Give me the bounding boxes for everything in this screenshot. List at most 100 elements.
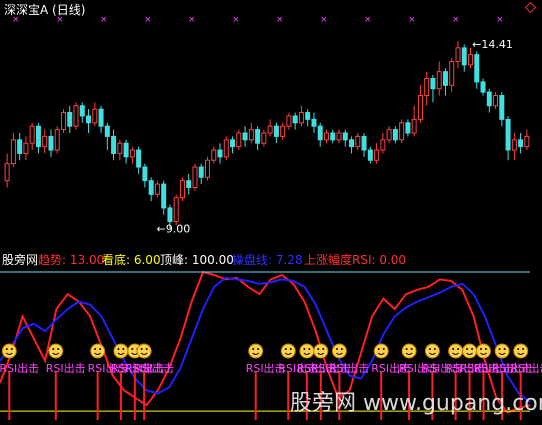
- candle-body: [161, 183, 167, 209]
- candle-body: [493, 95, 499, 107]
- legend-item: 上涨幅度RSI: 0.00: [304, 252, 406, 267]
- smiley-icon: [424, 343, 440, 359]
- smiley-eye: [145, 348, 148, 350]
- candle-body: [192, 166, 198, 188]
- candle-body: [468, 54, 474, 66]
- candle-body: [442, 71, 448, 86]
- candle-body: [361, 135, 367, 151]
- candle-body: [136, 149, 142, 168]
- smiley-eye: [117, 348, 120, 350]
- smiley-icon: [280, 343, 296, 359]
- candle-body: [380, 139, 386, 151]
- candle-body: [480, 81, 486, 93]
- diamond-icon: [524, 1, 537, 14]
- smiley-eye: [57, 348, 60, 350]
- candle-body: [73, 105, 79, 127]
- candle-body: [179, 180, 185, 199]
- candle-body: [518, 139, 524, 148]
- watermark-text: 股旁网 www.gupang.com: [290, 391, 542, 416]
- price-annotation: ←9.00: [157, 222, 191, 235]
- smiley-icon: [462, 343, 478, 359]
- marker-glyph: ×: [100, 15, 108, 25]
- smiley-eye: [498, 348, 501, 350]
- signal-label: RSI出击: [329, 361, 369, 375]
- legend-item: 顶峰: 100.00: [160, 253, 234, 267]
- candle-body: [117, 142, 123, 154]
- candle-body: [248, 129, 254, 141]
- legend-item: 股旁网: [2, 252, 38, 267]
- smiley-eye: [308, 348, 311, 350]
- smiley-icon: [476, 343, 492, 359]
- signal-bar: [287, 372, 290, 420]
- candle-body: [273, 125, 279, 137]
- candle-body: [236, 132, 242, 148]
- candle-body: [399, 122, 405, 141]
- smiley-eye: [99, 348, 102, 350]
- candle-body: [323, 132, 329, 141]
- signal-bar: [96, 372, 99, 420]
- signal-label: RSI出击: [0, 361, 39, 375]
- candle-body: [330, 132, 336, 141]
- signal-label: RSI出击: [134, 361, 174, 375]
- candle-body: [386, 129, 392, 141]
- candle-body: [417, 95, 423, 120]
- candle-body: [436, 71, 442, 90]
- candle-body: [461, 47, 467, 66]
- marker-glyph: ×: [320, 15, 328, 25]
- candle-body: [424, 78, 430, 97]
- smiley-icon: [1, 343, 17, 359]
- signal-bar: [119, 372, 122, 420]
- candle-body: [104, 125, 110, 137]
- marker-glyph: ×: [452, 15, 460, 25]
- candle-body: [4, 163, 10, 182]
- candle-body: [29, 125, 35, 144]
- candle-body: [242, 132, 248, 141]
- candle-body: [129, 149, 135, 158]
- candle-body: [198, 166, 204, 178]
- smiley-icon: [299, 343, 315, 359]
- smiley-eye: [503, 348, 506, 350]
- candle-body: [86, 115, 92, 124]
- candle-body: [486, 91, 492, 107]
- candle-body: [123, 142, 129, 158]
- smiley-eye: [5, 348, 8, 350]
- candle-body: [35, 125, 41, 148]
- candle-body: [317, 125, 323, 141]
- candle-body: [449, 60, 455, 86]
- legend-item: 看底: 6.00: [102, 252, 161, 267]
- marker-glyph: ×: [408, 15, 416, 25]
- smiley-eye: [457, 348, 460, 350]
- indicator-legend: 股旁网 趋势: 13.00看底: 6.00 顶峰: 100.00操盘线: 7.28 上…: [2, 252, 406, 267]
- candle-body: [292, 115, 298, 124]
- candle-body: [511, 139, 517, 151]
- smiley-eye: [322, 348, 325, 350]
- smiley-eye: [257, 348, 260, 350]
- smiley-icon: [448, 343, 464, 359]
- indicator-line: [0, 276, 531, 403]
- smiley-icon: [494, 343, 510, 359]
- candle-body: [42, 135, 48, 148]
- smiley-eye: [452, 348, 455, 350]
- smiley-eye: [382, 348, 385, 350]
- candle-body: [392, 129, 398, 141]
- candle-body: [311, 118, 317, 127]
- smiley-eye: [317, 348, 320, 350]
- smiley-icon: [331, 343, 347, 359]
- smiley-icon: [373, 343, 389, 359]
- marker-glyph: ×: [12, 15, 20, 25]
- candle-body: [336, 132, 342, 141]
- smiley-eye: [428, 348, 431, 350]
- candle-body: [211, 149, 217, 161]
- candle-body: [167, 207, 173, 223]
- candle-body: [267, 125, 273, 134]
- smiley-eye: [140, 348, 143, 350]
- marker-glyph: ×: [496, 15, 504, 25]
- smiley-eye: [122, 348, 125, 350]
- candle-body: [355, 135, 361, 148]
- candle-body: [223, 139, 229, 158]
- smiley-eye: [377, 348, 380, 350]
- candle-body: [524, 135, 530, 148]
- candle-body: [349, 139, 355, 148]
- candle-body: [411, 118, 417, 134]
- candle-body: [98, 108, 104, 127]
